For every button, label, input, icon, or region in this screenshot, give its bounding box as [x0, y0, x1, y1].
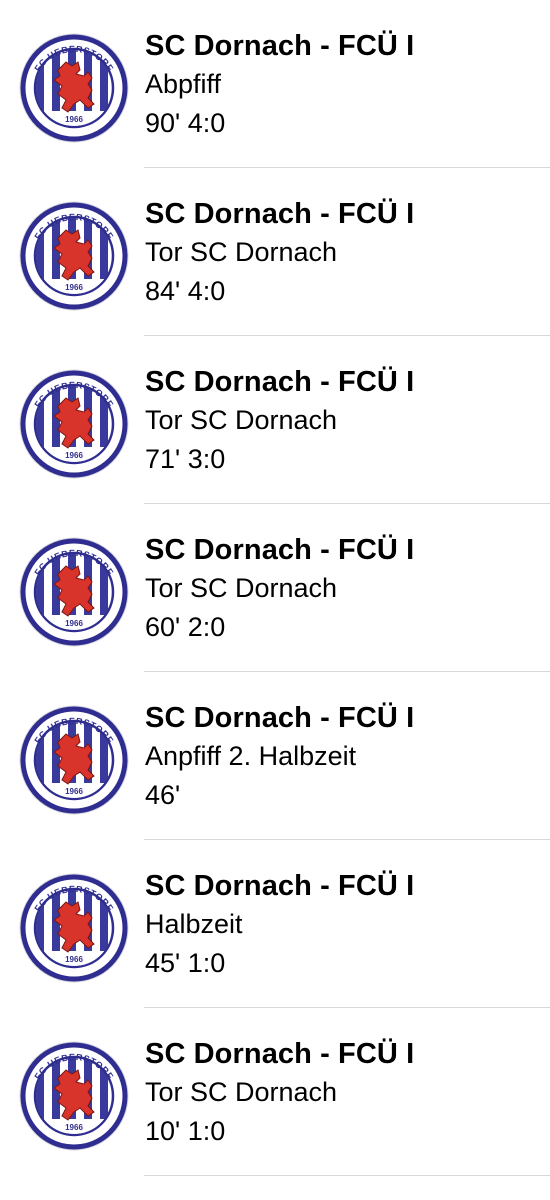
event-label: Abpfiff [145, 69, 222, 99]
event-label: Tor SC Dornach [145, 1077, 338, 1107]
club-logo-icon: FC UEBERSTORF 1966 [18, 1040, 130, 1152]
event-label: Tor SC Dornach [145, 573, 338, 603]
svg-text:1966: 1966 [65, 619, 83, 628]
svg-text:1966: 1966 [65, 283, 83, 292]
event-detail: 90' 4:0 [145, 108, 226, 138]
notification-list: FC UEBERSTORF 1966 SC Dornach - FCÜ I Ab… [0, 0, 550, 1176]
divider [144, 1175, 550, 1176]
event-detail: 71' 3:0 [145, 444, 226, 474]
notification-item[interactable]: FC UEBERSTORF 1966 SC Dornach - FCÜ I Ab… [0, 0, 550, 168]
event-detail: 60' 2:0 [145, 612, 226, 642]
match-title: SC Dornach - FCÜ I [145, 1038, 415, 1070]
event-label: Tor SC Dornach [145, 237, 338, 267]
notification-text: SC Dornach - FCÜ I Tor SC Dornach 71' 3:… [145, 363, 542, 479]
match-title: SC Dornach - FCÜ I [145, 30, 415, 62]
notification-item[interactable]: FC UEBERSTORF 1966 SC Dornach - FCÜ I An… [0, 672, 550, 840]
svg-text:1966: 1966 [65, 1123, 83, 1132]
notification-text: SC Dornach - FCÜ I Abpfiff 90' 4:0 [145, 27, 542, 143]
notification-text: SC Dornach - FCÜ I Halbzeit 45' 1:0 [145, 867, 542, 983]
match-title: SC Dornach - FCÜ I [145, 198, 415, 230]
notification-text: SC Dornach - FCÜ I Tor SC Dornach 84' 4:… [145, 195, 542, 311]
svg-text:1966: 1966 [65, 955, 83, 964]
club-logo-icon: FC UEBERSTORF 1966 [18, 200, 130, 312]
notification-item[interactable]: FC UEBERSTORF 1966 SC Dornach - FCÜ I Ha… [0, 840, 550, 1008]
event-detail: 45' 1:0 [145, 948, 226, 978]
match-title: SC Dornach - FCÜ I [145, 702, 415, 734]
notification-text: SC Dornach - FCÜ I Tor SC Dornach 60' 2:… [145, 531, 542, 647]
svg-text:1966: 1966 [65, 787, 83, 796]
club-logo-icon: FC UEBERSTORF 1966 [18, 32, 130, 144]
club-logo-icon: FC UEBERSTORF 1966 [18, 368, 130, 480]
club-logo-icon: FC UEBERSTORF 1966 [18, 536, 130, 648]
club-logo-icon: FC UEBERSTORF 1966 [18, 704, 130, 816]
svg-text:1966: 1966 [65, 451, 83, 460]
notification-item[interactable]: FC UEBERSTORF 1966 SC Dornach - FCÜ I To… [0, 504, 550, 672]
event-label: Tor SC Dornach [145, 405, 338, 435]
match-title: SC Dornach - FCÜ I [145, 870, 415, 902]
notification-item[interactable]: FC UEBERSTORF 1966 SC Dornach - FCÜ I To… [0, 336, 550, 504]
event-detail: 10' 1:0 [145, 1116, 226, 1146]
match-title: SC Dornach - FCÜ I [145, 534, 415, 566]
notification-item[interactable]: FC UEBERSTORF 1966 SC Dornach - FCÜ I To… [0, 168, 550, 336]
svg-text:1966: 1966 [65, 115, 83, 124]
event-label: Halbzeit [145, 909, 243, 939]
notification-text: SC Dornach - FCÜ I Tor SC Dornach 10' 1:… [145, 1035, 542, 1151]
notification-item[interactable]: FC UEBERSTORF 1966 SC Dornach - FCÜ I To… [0, 1008, 550, 1176]
event-detail: 84' 4:0 [145, 276, 226, 306]
event-label: Anpfiff 2. Halbzeit [145, 741, 357, 771]
match-title: SC Dornach - FCÜ I [145, 366, 415, 398]
event-detail: 46' [145, 780, 181, 810]
club-logo-icon: FC UEBERSTORF 1966 [18, 872, 130, 984]
notification-text: SC Dornach - FCÜ I Anpfiff 2. Halbzeit 4… [145, 699, 542, 815]
